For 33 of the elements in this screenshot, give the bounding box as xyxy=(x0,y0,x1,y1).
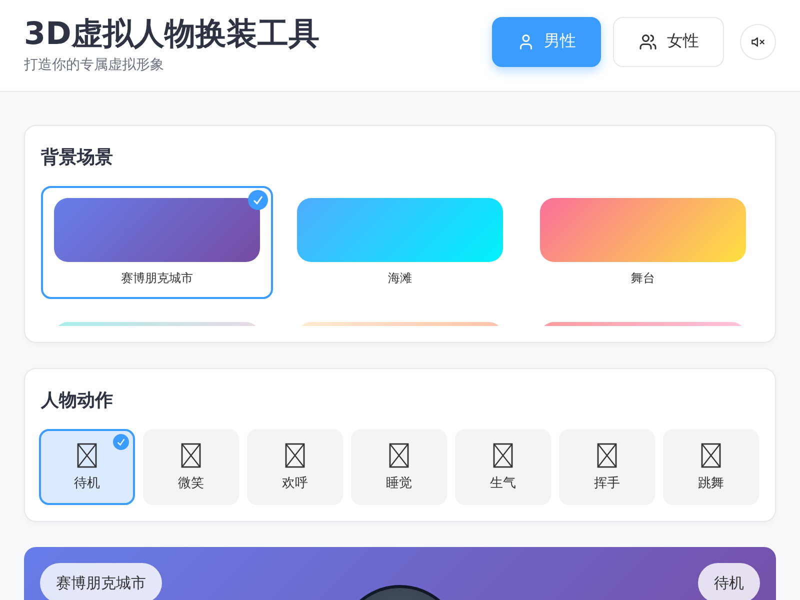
section-title: 人物动作 xyxy=(41,389,114,413)
action-option[interactable]: 睡觉 xyxy=(351,429,447,505)
action-option[interactable]: 欢呼 xyxy=(247,429,343,505)
action-tag: 待机 xyxy=(698,563,760,600)
action-option[interactable]: 挥手 xyxy=(559,429,655,505)
scene-option[interactable]: 舞台 xyxy=(527,186,759,299)
placeholder-box-icon xyxy=(701,442,721,468)
muted-speaker-icon xyxy=(751,34,765,48)
action-option[interactable]: 跳舞 xyxy=(663,429,759,505)
scene-option[interactable]: 赛博朋克城市 xyxy=(41,186,273,299)
gender-button[interactable]: 女性 xyxy=(613,16,724,66)
scene-label: 舞台 xyxy=(631,270,655,287)
placeholder-box-icon xyxy=(389,442,409,468)
action-option[interactable]: 微笑 xyxy=(143,429,239,505)
placeholder-box-icon xyxy=(77,442,97,468)
section-title: 背景场景 xyxy=(41,146,114,170)
action-option[interactable]: 生气 xyxy=(455,429,551,505)
action-option[interactable]: 待机 xyxy=(39,429,135,505)
person-icon xyxy=(517,32,535,50)
sound-button[interactable] xyxy=(740,24,776,60)
placeholder-box-icon xyxy=(493,442,513,468)
scene-label: 海滩 xyxy=(388,270,412,287)
app-title: 3D虚拟人物换装工具 xyxy=(24,17,320,52)
placeholder-box-icon xyxy=(181,442,201,468)
check-icon xyxy=(248,190,268,210)
app-subtitle: 打造你的专属虚拟形象 xyxy=(24,56,165,74)
check-icon xyxy=(113,434,129,450)
scene-option[interactable]: 海滩 xyxy=(284,186,516,299)
placeholder-box-icon xyxy=(285,442,305,468)
people-icon xyxy=(638,32,658,50)
placeholder-box-icon xyxy=(597,442,617,468)
scene-tag: 赛博朋克城市 xyxy=(40,563,162,600)
scene-label: 赛博朋克城市 xyxy=(121,270,193,287)
